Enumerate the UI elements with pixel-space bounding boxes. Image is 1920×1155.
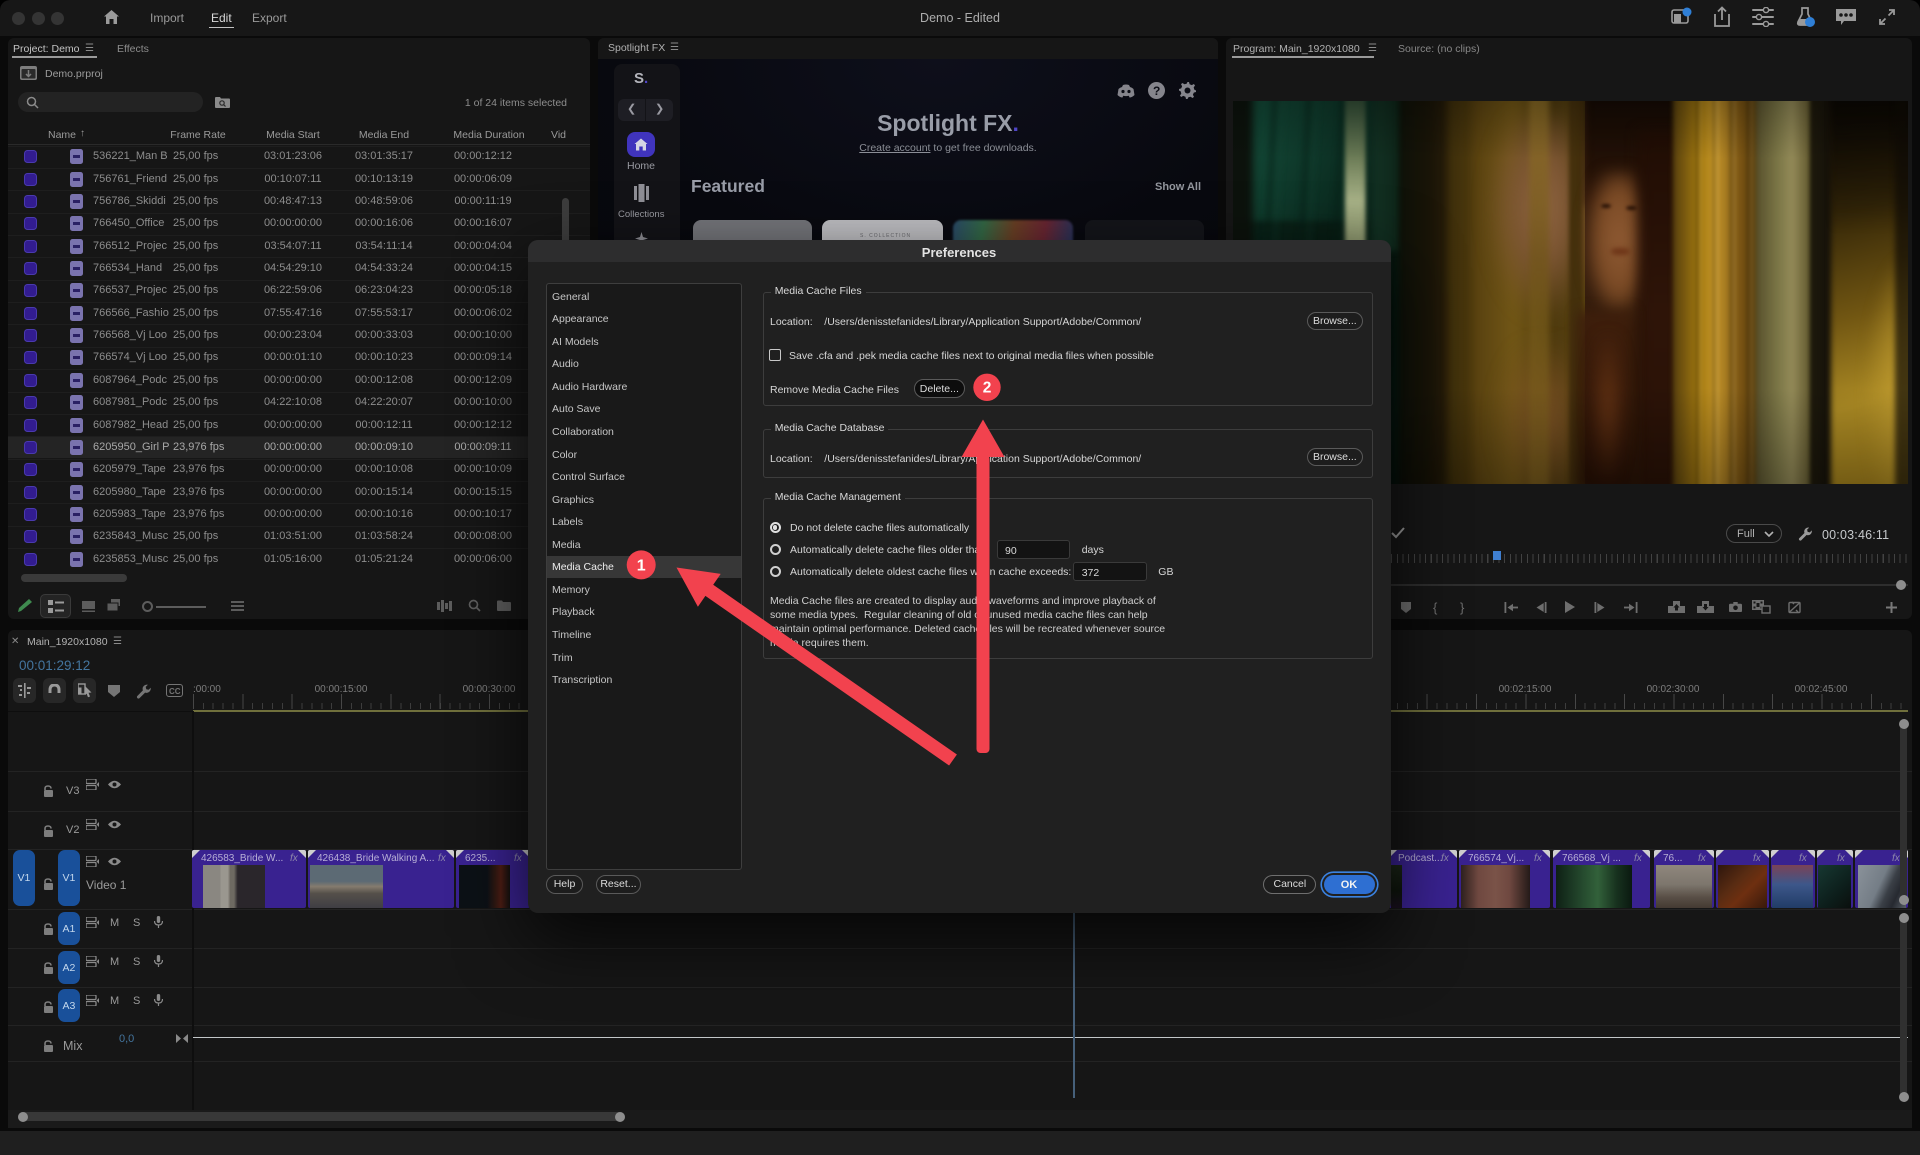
svg-text:1: 1 — [637, 558, 646, 575]
svg-text:2: 2 — [983, 380, 992, 397]
